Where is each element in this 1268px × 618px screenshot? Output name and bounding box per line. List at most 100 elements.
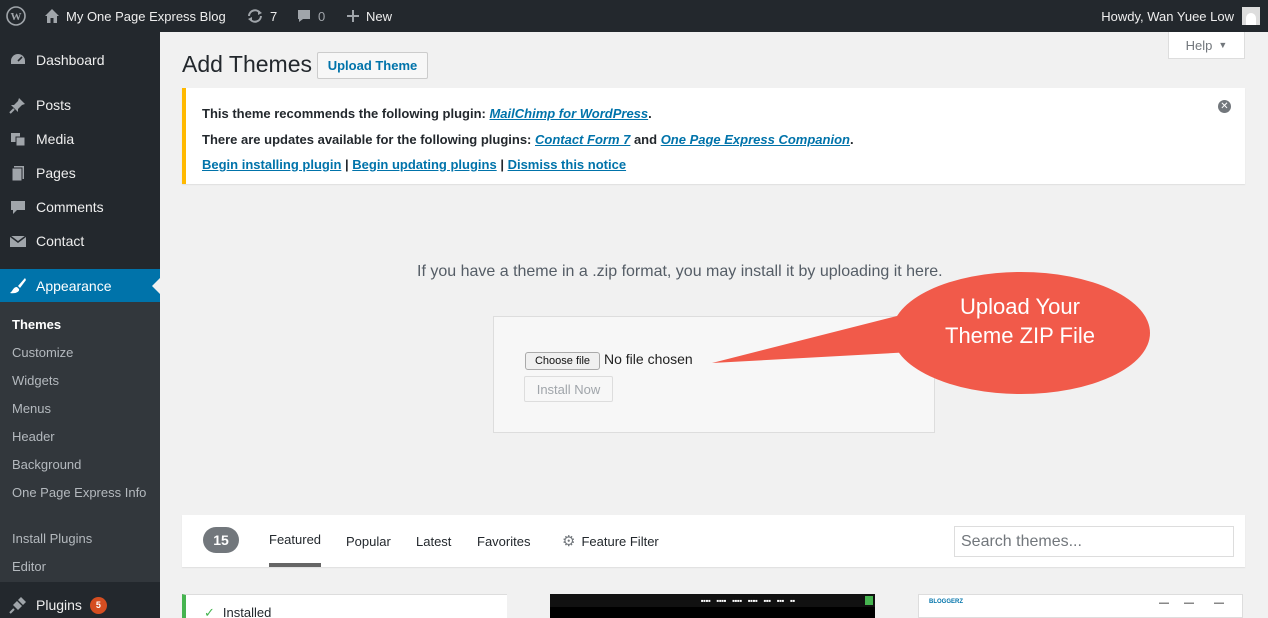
comment-bubble-icon <box>296 8 312 24</box>
my-account-link[interactable]: Howdy, Wan Yuee Low <box>1101 0 1260 32</box>
sidebar-item-appearance[interactable]: Appearance <box>0 269 160 303</box>
notice-text: There are updates available for the foll… <box>202 132 535 147</box>
notice-text: This theme recommends the following plug… <box>202 106 490 121</box>
home-icon <box>44 8 60 24</box>
theme-screenshot: ■■■■ ■■■■ ■■■■ ■■■■ ■■■ ■■■ ■■ <box>550 594 875 607</box>
gear-icon: ⚙ <box>562 533 576 550</box>
notice-text: and <box>630 132 661 147</box>
notice-actions: Begin installing plugin | Begin updating… <box>202 157 626 172</box>
separator: | <box>496 157 508 172</box>
contact-form-7-link[interactable]: Contact Form 7 <box>535 132 630 147</box>
separator: | <box>341 157 353 172</box>
svg-text:W: W <box>11 11 22 23</box>
admin-sidebar: Dashboard Posts Media Pages Comments Con… <box>0 32 160 618</box>
choose-file-button[interactable]: Choose file <box>525 352 600 370</box>
paintbrush-icon <box>0 277 36 295</box>
search-themes-input[interactable]: Search themes... <box>954 526 1234 557</box>
dashboard-icon <box>0 51 36 69</box>
tab-featured[interactable]: Featured <box>269 515 322 567</box>
sidebar-item-contact[interactable]: Contact <box>0 224 160 258</box>
help-tab[interactable]: Help ▼ <box>1168 32 1245 59</box>
submenu-item-menus[interactable]: Menus <box>12 400 152 418</box>
installed-label: Installed <box>222 605 272 618</box>
wordpress-logo-icon[interactable]: W <box>6 0 30 32</box>
admin-bar: W My One Page Express Blog 7 0 New Howdy… <box>0 0 1268 32</box>
feature-filter-button[interactable]: ⚙ Feature Filter <box>562 515 659 567</box>
mailchimp-link[interactable]: MailChimp for WordPress <box>489 106 648 121</box>
tab-favorites[interactable]: Favorites <box>477 515 530 567</box>
file-status: No file chosen <box>604 351 693 367</box>
notice-text: . <box>648 106 652 121</box>
theme-screenshot-nav: ▬▬ <box>1159 600 1169 606</box>
begin-updating-plugins-link[interactable]: Begin updating plugins <box>352 157 496 172</box>
begin-installing-plugin-link[interactable]: Begin installing plugin <box>202 157 341 172</box>
theme-filter-bar: 15 Featured Popular Latest Favorites ⚙ F… <box>182 515 1245 567</box>
page-title: Add Themes <box>182 51 312 77</box>
sidebar-item-media[interactable]: Media <box>0 122 160 156</box>
site-name-label: My One Page Express Blog <box>66 8 226 24</box>
greeting: Howdy, Wan Yuee Low <box>1101 8 1234 24</box>
one-page-express-companion-link[interactable]: One Page Express Companion <box>661 132 850 147</box>
theme-card-installed[interactable]: ✓ Installed <box>182 594 507 618</box>
submenu-item-header[interactable]: Header <box>12 428 152 446</box>
theme-card-bloggerz[interactable]: BLOGGERZ ▬▬ ▬▬ ▬▬ <box>918 594 1243 618</box>
notice-update-line: There are updates available for the foll… <box>202 132 854 147</box>
submenu-item-install-plugins[interactable]: Install Plugins <box>12 530 152 548</box>
plugin-notice: This theme recommends the following plug… <box>182 88 1245 184</box>
callout-text: Upload Your Theme ZIP File <box>945 294 1095 348</box>
theme-count-badge: 15 <box>203 527 239 553</box>
theme-screenshot-accent <box>865 596 873 605</box>
updates-count: 7 <box>270 8 278 24</box>
sidebar-item-label: Appearance <box>36 278 112 294</box>
sidebar-item-label: Contact <box>36 233 85 249</box>
installed-status: ✓ Installed <box>204 605 271 618</box>
sidebar-item-label: Pages <box>36 165 76 181</box>
media-icon <box>0 130 36 148</box>
help-label: Help <box>1185 37 1213 53</box>
pages-icon <box>0 164 36 182</box>
appearance-submenu: Themes Customize Widgets Menus Header Ba… <box>0 302 160 582</box>
sidebar-item-label: Plugins <box>36 597 82 613</box>
submenu-item-background[interactable]: Background <box>12 456 152 474</box>
updates-link[interactable]: 7 <box>246 0 277 32</box>
theme-card-thumbnail[interactable]: ■■■■ ■■■■ ■■■■ ■■■■ ■■■ ■■■ ■■ <box>550 594 875 618</box>
new-content-link[interactable]: New <box>346 0 392 32</box>
submenu-item-customize[interactable]: Customize <box>12 344 152 362</box>
sidebar-item-plugins[interactable]: Plugins 5 <box>0 588 160 618</box>
dismiss-notice-link[interactable]: Dismiss this notice <box>508 157 626 172</box>
dismiss-close-icon[interactable]: ✕ <box>1218 100 1231 113</box>
tab-latest[interactable]: Latest <box>416 515 451 567</box>
theme-screenshot-nav: ▬▬ <box>1214 600 1224 606</box>
checkmark-icon: ✓ <box>204 605 215 618</box>
caret-down-icon: ▼ <box>1218 40 1228 50</box>
submenu-item-themes[interactable]: Themes <box>12 316 152 334</box>
sidebar-item-pages[interactable]: Pages <box>0 156 160 190</box>
install-now-button[interactable]: Install Now <box>524 376 613 402</box>
sidebar-item-label: Posts <box>36 97 72 113</box>
sidebar-item-comments[interactable]: Comments <box>0 190 160 224</box>
theme-screenshot-logo: BLOGGERZ <box>929 599 963 605</box>
tab-popular[interactable]: Popular <box>346 515 391 567</box>
upload-theme-button[interactable]: Upload Theme <box>317 52 428 79</box>
notice-text: . <box>849 132 854 147</box>
notice-recommend-line: This theme recommends the following plug… <box>202 106 652 121</box>
sidebar-item-dashboard[interactable]: Dashboard <box>0 43 160 77</box>
comment-icon <box>0 198 36 216</box>
comments-link[interactable]: 0 <box>296 0 325 32</box>
sidebar-item-label: Dashboard <box>36 52 105 68</box>
current-menu-arrow <box>152 278 160 294</box>
pin-icon <box>0 96 36 114</box>
site-name-link[interactable]: My One Page Express Blog <box>44 0 226 32</box>
theme-screenshot-nav: ▬▬ <box>1184 600 1194 606</box>
submenu-item-widgets[interactable]: Widgets <box>12 372 152 390</box>
refresh-icon <box>246 8 264 24</box>
sidebar-item-label: Media <box>36 131 75 147</box>
new-label: New <box>366 8 393 24</box>
avatar <box>1242 7 1260 25</box>
submenu-item-editor[interactable]: Editor <box>12 558 152 576</box>
feature-filter-label: Feature Filter <box>581 533 659 549</box>
submenu-item-one-page-express-info[interactable]: One Page Express Info <box>12 484 152 502</box>
plus-icon <box>346 9 360 23</box>
sidebar-item-posts[interactable]: Posts <box>0 88 160 122</box>
plugins-update-badge: 5 <box>89 596 107 614</box>
